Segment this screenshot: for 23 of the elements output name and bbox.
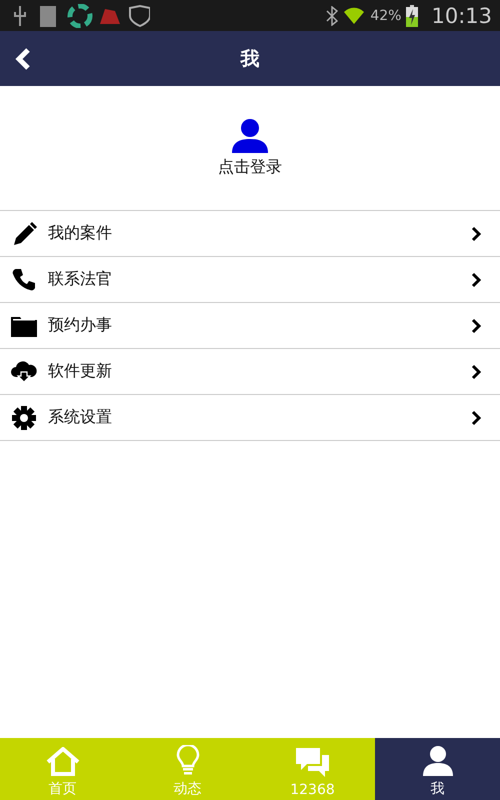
chevron-right-icon <box>470 226 482 242</box>
menu-item[interactable]: 软件更新 <box>0 349 500 395</box>
login-link[interactable]: 点击登录 <box>218 156 282 178</box>
menu-item[interactable]: 联系法官 <box>0 257 500 303</box>
battery-percentage: 42% <box>370 8 402 24</box>
nav-tab[interactable]: 我 <box>375 738 500 800</box>
chevron-right-icon <box>470 364 482 380</box>
cloud-download-icon <box>10 360 38 384</box>
chevron-right-icon <box>470 318 482 334</box>
chevron-right-icon <box>470 410 482 426</box>
wifi-icon <box>343 6 366 26</box>
clock-time: 10:13 <box>431 4 492 28</box>
pencil-icon <box>11 220 37 246</box>
battery-charging-icon <box>406 4 418 26</box>
person-icon[interactable] <box>420 745 454 777</box>
chevron-right-icon <box>470 272 482 288</box>
user-avatar-icon[interactable] <box>230 118 270 152</box>
page-title: 我 <box>240 46 260 72</box>
bluetooth-icon <box>326 6 338 26</box>
phone-icon <box>11 266 37 292</box>
menu-item[interactable]: 我的案件 <box>0 211 500 257</box>
menu-item[interactable]: 预约办事 <box>0 303 500 349</box>
menu-item[interactable]: 系统设置 <box>0 395 500 441</box>
